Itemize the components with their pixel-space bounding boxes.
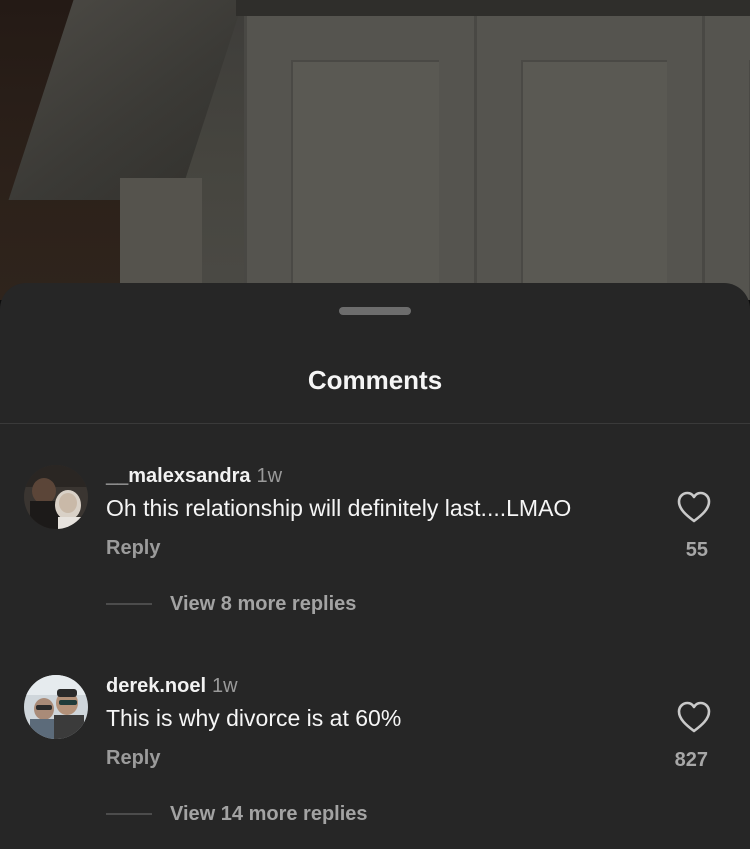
comment-time: 1w <box>212 675 238 697</box>
header-divider <box>0 423 750 424</box>
video-cabinet-door <box>702 16 750 300</box>
view-replies-label: View 8 more replies <box>170 592 357 615</box>
comment-item: derek.noel 1w This is why divorce is at 6… <box>0 673 750 849</box>
comment-username[interactable]: derek.noel <box>106 675 206 697</box>
comment-text: This is why divorce is at 60% <box>106 705 402 731</box>
comment-item: __malexsandra 1w Oh this relationship wil… <box>0 463 750 663</box>
sheet-title: Comments <box>307 365 443 395</box>
reply-button[interactable]: Reply <box>106 537 160 560</box>
replies-line <box>106 603 152 605</box>
video-cabinet-door <box>244 16 478 300</box>
reply-button[interactable]: Reply <box>106 747 160 770</box>
like-count: 827 <box>674 749 708 771</box>
video-side-panel <box>120 178 202 300</box>
like-button[interactable] <box>676 490 712 524</box>
avatar-photo-icon <box>24 675 88 739</box>
view-replies-button[interactable]: View 14 more replies <box>106 800 368 828</box>
comment-time: 1w <box>256 465 283 487</box>
comment-meta: __malexsandra 1w <box>106 465 282 488</box>
comment-text: Oh this relationship will definitely las… <box>106 495 572 521</box>
view-replies-label: View 14 more replies <box>170 802 368 825</box>
video-ceiling <box>236 0 750 16</box>
comments-sheet: Comments __malexsandra 1w Oh this relatio… <box>0 283 750 849</box>
replies-line <box>106 813 152 815</box>
app-screen: Comments __malexsandra 1w Oh this relatio… <box>0 0 750 849</box>
view-replies-button[interactable]: View 8 more replies <box>106 590 356 618</box>
avatar-photo-icon <box>24 465 88 529</box>
comment-meta: derek.noel 1w <box>106 675 238 698</box>
avatar[interactable] <box>24 465 88 529</box>
sheet-grabber-handle[interactable] <box>339 307 411 315</box>
like-button[interactable] <box>676 700 712 734</box>
video-background[interactable] <box>0 0 750 300</box>
heart-outline-icon <box>677 701 711 733</box>
heart-outline-icon <box>677 491 711 523</box>
avatar[interactable] <box>24 675 88 739</box>
like-count: 55 <box>685 539 708 561</box>
video-cabinet-door <box>474 16 706 300</box>
comment-username[interactable]: __malexsandra <box>106 465 251 487</box>
